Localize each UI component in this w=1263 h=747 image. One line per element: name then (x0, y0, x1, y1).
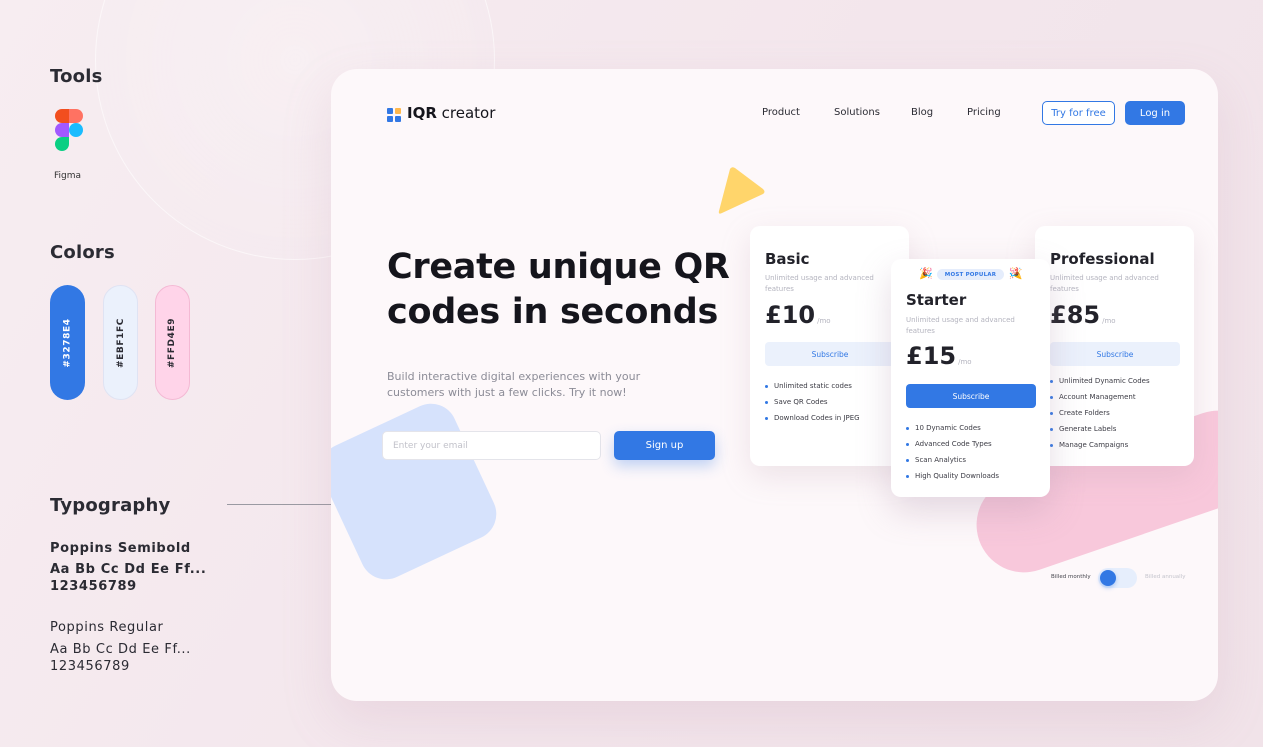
plan-feature: 10 Dynamic Codes (906, 420, 999, 436)
plan-feature: Download Codes in JPEG (765, 410, 860, 426)
plan-card-professional: Professional Unlimited usage and advance… (1035, 226, 1194, 466)
font-name-regular: Poppins Regular (50, 620, 164, 635)
plan-feature: Unlimited Dynamic Codes (1050, 373, 1150, 389)
color-swatch-pink: #FFD4E9 (155, 285, 190, 400)
colors-heading: Colors (50, 242, 115, 263)
plan-price: £15/mo (906, 342, 972, 370)
plan-description: Unlimited usage and advanced features (765, 274, 874, 293)
plan-price-period: /mo (817, 317, 831, 325)
plan-description: Unlimited usage and advanced features (906, 316, 1015, 335)
plan-feature: Create Folders (1050, 405, 1150, 421)
tools-heading: Tools (50, 66, 103, 87)
brand-name-bold: IQR (407, 104, 437, 122)
font-name-semibold: Poppins Semibold (50, 541, 191, 556)
plan-feature-list: Unlimited Dynamic Codes Account Manageme… (1050, 373, 1150, 453)
logo-grid-icon (387, 108, 401, 122)
font-digits-semibold: 123456789 (50, 579, 137, 594)
nav-blog[interactable]: Blog (911, 107, 933, 118)
plan-name: Professional (1050, 250, 1155, 268)
sign-up-button[interactable]: Sign up (614, 431, 715, 460)
plan-price-amount: £10 (765, 301, 816, 329)
plan-feature: Advanced Code Types (906, 436, 999, 452)
log-in-button[interactable]: Log in (1125, 101, 1185, 125)
nav-pricing[interactable]: Pricing (967, 107, 1001, 118)
typography-heading: Typography (50, 495, 171, 516)
yellow-triangle-shape (718, 167, 765, 214)
billed-monthly-label: Billed monthly (1051, 574, 1091, 580)
plan-card-starter: 🎉 MOST POPULAR 🎉 Starter Unlimited usage… (891, 259, 1050, 497)
plan-feature: Account Management (1050, 389, 1150, 405)
plan-card-basic: Basic Unlimited usage and advanced featu… (750, 226, 909, 466)
plan-name: Basic (765, 250, 810, 268)
plan-feature: Unlimited static codes (765, 378, 860, 394)
nav-product[interactable]: Product (762, 107, 800, 118)
party-popper-icon: 🎉 (1009, 267, 1023, 280)
brand-name-light: creator (441, 104, 496, 122)
plan-description: Unlimited usage and advanced features (1050, 274, 1159, 293)
landing-page-mockup: IQR creator Product Solutions Blog Prici… (331, 69, 1218, 701)
color-swatch-primary: #3278E4 (50, 285, 85, 400)
plan-feature: Manage Campaigns (1050, 437, 1150, 453)
nav-solutions[interactable]: Solutions (834, 107, 880, 118)
plan-feature: High Quality Downloads (906, 468, 999, 484)
blue-square-decoration (331, 395, 505, 588)
billed-annually-label: Billed annually (1145, 574, 1186, 580)
font-sample-semibold: Aa Bb Cc Dd Ee Ff... (50, 562, 207, 577)
hero-subtitle: Build interactive digital experiences wi… (387, 370, 641, 399)
font-digits-regular: 123456789 (50, 659, 130, 674)
plan-feature-list: 10 Dynamic Codes Advanced Code Types Sca… (906, 420, 999, 484)
party-popper-icon: 🎉 (919, 267, 933, 280)
plan-price-period: /mo (1102, 317, 1116, 325)
subscribe-button-basic[interactable]: Subscribe (765, 342, 895, 366)
plan-feature: Scan Analytics (906, 452, 999, 468)
subscribe-button-starter[interactable]: Subscribe (906, 384, 1036, 408)
figma-logo-icon (55, 109, 83, 151)
color-swatch-light-blue: #EBF1FC (103, 285, 138, 400)
email-input[interactable] (382, 431, 601, 460)
plan-feature-list: Unlimited static codes Save QR Codes Dow… (765, 378, 860, 426)
swatch-hex-label: #3278E4 (62, 317, 73, 368)
billing-toggle-knob[interactable] (1100, 570, 1116, 586)
try-for-free-button[interactable]: Try for free (1042, 101, 1115, 125)
swatch-hex-label: #FFD4E9 (167, 317, 178, 368)
billing-toggle[interactable] (1098, 568, 1137, 588)
plan-name: Starter (906, 291, 967, 309)
hero-title: Create unique QR codes in seconds (387, 247, 730, 332)
subscribe-button-professional[interactable]: Subscribe (1050, 342, 1180, 366)
plan-price-amount: £15 (906, 342, 957, 370)
plan-price-period: /mo (958, 358, 972, 366)
figma-label: Figma (54, 171, 82, 181)
plan-feature: Save QR Codes (765, 394, 860, 410)
most-popular-badge: MOST POPULAR (937, 269, 1004, 280)
plan-price: £10/mo (765, 301, 831, 329)
font-sample-regular: Aa Bb Cc Dd Ee Ff... (50, 642, 191, 657)
plan-price-amount: £85 (1050, 301, 1101, 329)
plan-price: £85/mo (1050, 301, 1116, 329)
plan-feature: Generate Labels (1050, 421, 1150, 437)
swatch-hex-label: #EBF1FC (115, 317, 126, 368)
brand-name[interactable]: IQR creator (407, 104, 495, 122)
